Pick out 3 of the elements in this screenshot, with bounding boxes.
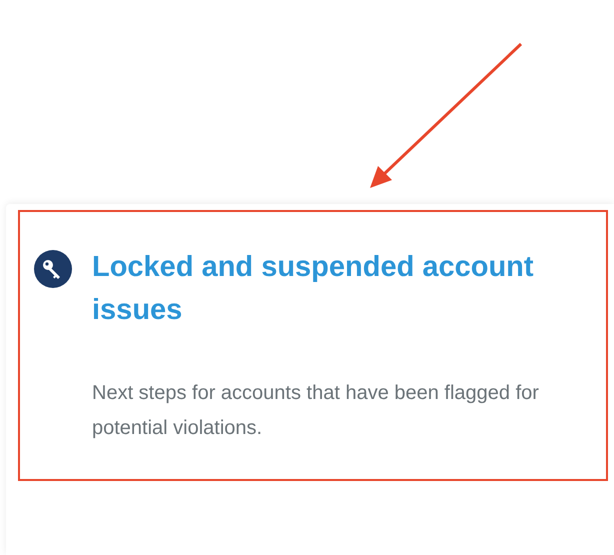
key-icon — [34, 250, 72, 288]
card-description: Next steps for accounts that have been flagged for potential violations. — [92, 381, 540, 441]
card-title[interactable]: Locked and suspended account issues — [92, 246, 552, 332]
